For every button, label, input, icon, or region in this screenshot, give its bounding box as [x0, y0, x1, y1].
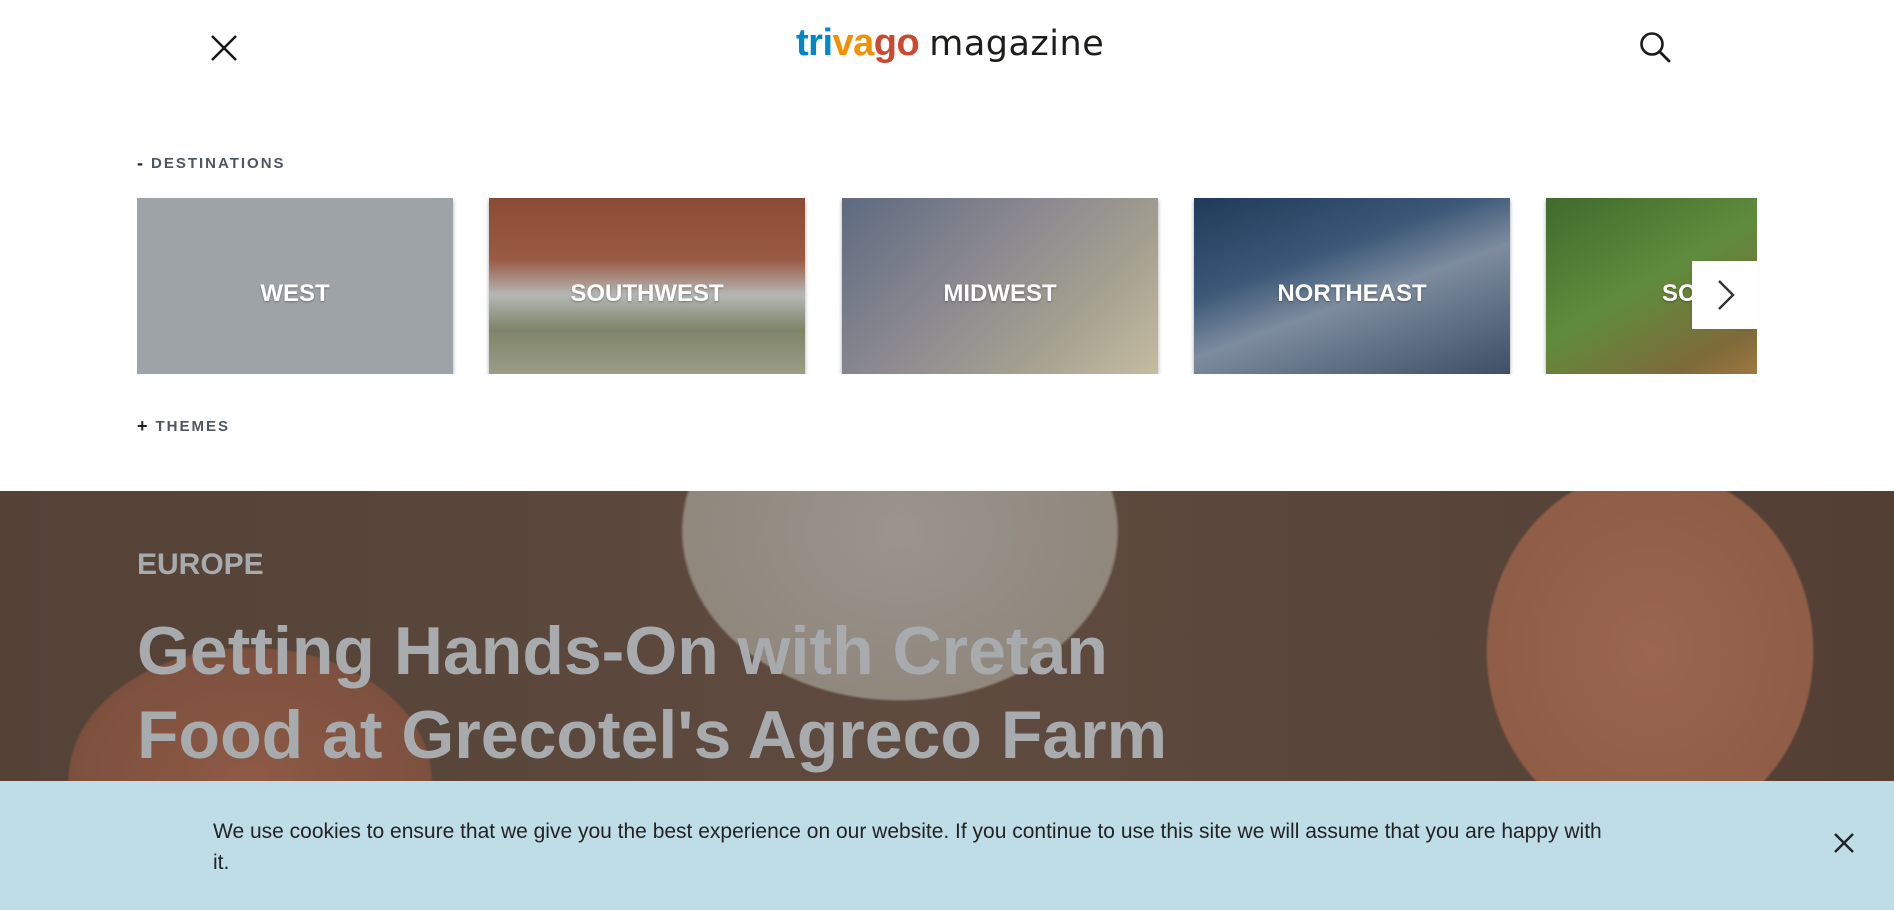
- cookie-banner: We use cookies to ensure that we give yo…: [0, 781, 1894, 910]
- cookie-close-button[interactable]: [1832, 831, 1856, 855]
- close-icon: [1834, 833, 1854, 853]
- destination-card-west[interactable]: WEST: [137, 198, 453, 374]
- logo-suffix: magazine: [929, 24, 1105, 64]
- site-header: trivago magazine: [0, 0, 1894, 96]
- destination-card-label: SOUTHWEST: [570, 280, 724, 307]
- cookie-message: We use cookies to ensure that we give yo…: [213, 820, 1602, 874]
- destination-card-midwest[interactable]: MIDWEST: [842, 198, 1158, 374]
- destination-carousel: WEST SOUTHWEST MIDWEST NORTHEAST SOUTH: [137, 198, 1757, 374]
- destination-card-label: NORTHEAST: [1277, 280, 1427, 307]
- article-category: EUROPE: [137, 548, 264, 581]
- themes-toggle[interactable]: + THEMES: [137, 416, 230, 437]
- search-icon: [1640, 32, 1671, 63]
- logo-brand: trivago: [796, 22, 920, 64]
- close-icon: [211, 35, 237, 61]
- close-menu-button[interactable]: [208, 32, 240, 64]
- article-headline[interactable]: Getting Hands-On with Cretan Food at Gre…: [137, 609, 1237, 777]
- destination-card-southwest[interactable]: SOUTHWEST: [489, 198, 805, 374]
- destinations-label: DESTINATIONS: [151, 155, 286, 172]
- featured-article[interactable]: EUROPE Getting Hands-On with Cretan Food…: [0, 491, 1894, 781]
- destination-card-northeast[interactable]: NORTHEAST: [1194, 198, 1510, 374]
- destinations-toggle[interactable]: - DESTINATIONS: [137, 153, 286, 174]
- search-button[interactable]: [1638, 30, 1672, 64]
- chevron-right-icon: [1718, 280, 1735, 310]
- site-logo[interactable]: trivago magazine: [796, 22, 1104, 72]
- expand-icon: +: [137, 416, 148, 436]
- destination-card-label: WEST: [260, 280, 330, 307]
- destination-card-label: MIDWEST: [943, 280, 1057, 307]
- collapse-icon: -: [137, 153, 143, 173]
- carousel-next-button[interactable]: [1692, 261, 1758, 329]
- themes-label: THEMES: [155, 418, 231, 435]
